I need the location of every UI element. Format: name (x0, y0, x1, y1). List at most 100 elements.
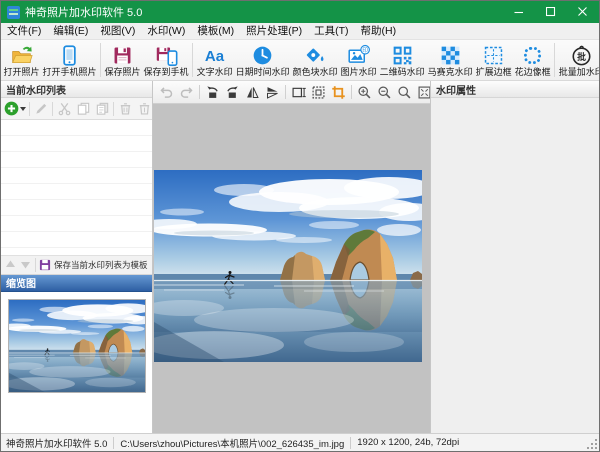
toolbar-text-watermark[interactable]: Aa 文字水印 (195, 40, 234, 80)
menu-item-template[interactable]: 模板(M) (191, 23, 240, 39)
app-icon (7, 6, 20, 19)
toolbar-lace-frame[interactable]: 花边像框 (513, 40, 552, 80)
toolbar-separator (285, 85, 286, 99)
toolbar-open-photo[interactable]: 打开照片 (2, 40, 41, 80)
paste-watermark-button[interactable] (93, 100, 111, 118)
window-title: 神奇照片加水印软件 5.0 (25, 4, 142, 20)
toolbar-separator (35, 258, 36, 272)
edit-watermark-button[interactable] (32, 100, 50, 118)
toolbar-qrcode-watermark[interactable]: 二维码水印 (378, 40, 426, 80)
photo-canvas[interactable] (153, 104, 430, 433)
rotate-left-button[interactable] (204, 84, 221, 101)
zoom-actual-size-icon (397, 85, 412, 100)
rotate-right-button[interactable] (224, 84, 241, 101)
toolbar-separator (554, 43, 555, 77)
zoom-out-button[interactable] (376, 84, 393, 101)
extend-border-icon (482, 44, 505, 67)
menu-item-view[interactable]: 视图(V) (94, 23, 141, 39)
copy-watermark-button[interactable] (74, 100, 92, 118)
statusbar: 神奇照片加水印软件 5.0 C:\Users\zhou\Pictures\本机照… (1, 433, 599, 451)
save-template-button[interactable]: 保存当前水印列表为模板 (39, 259, 148, 271)
watermark-list-header: 当前水印列表 (1, 81, 152, 98)
clear-watermarks-button[interactable] (135, 100, 153, 118)
toolbar-label: 花边像框 (515, 67, 551, 77)
statusbar-divider (113, 437, 114, 449)
statusbar-app-version: 神奇照片加水印软件 5.0 (6, 436, 107, 450)
crop-button[interactable] (330, 84, 347, 101)
toolbar-label: 打开照片 (4, 67, 40, 77)
resize-image-icon (291, 85, 306, 100)
toolbar-label: 马赛克水印 (428, 67, 473, 77)
menu-item-help[interactable]: 帮助(H) (355, 23, 403, 39)
toolbar-separator (29, 102, 30, 116)
toolbar-mosaic-watermark[interactable]: 马赛克水印 (426, 40, 474, 80)
trash-icon (118, 101, 133, 116)
maximize-button[interactable] (535, 1, 567, 23)
flip-horizontal-button[interactable] (244, 84, 261, 101)
menu-item-file[interactable]: 文件(F) (1, 23, 47, 39)
svg-text:印: 印 (362, 46, 368, 53)
image-watermark-icon: 印 (347, 44, 370, 67)
toolbar-image-watermark[interactable]: 印 图片水印 (339, 40, 378, 80)
flip-vertical-icon (265, 85, 280, 100)
rotate-left-icon (205, 85, 220, 100)
toolbar-label: 二维码水印 (380, 67, 425, 77)
thumbnail-header: 缩览图 (1, 275, 152, 292)
flip-horizontal-icon (245, 85, 260, 100)
arrow-down-icon (20, 259, 31, 270)
titlebar: 神奇照片加水印软件 5.0 (1, 1, 599, 23)
photo-thumbnail[interactable] (8, 299, 146, 393)
statusbar-file-path: C:\Users\zhou\Pictures\本机照片\002_626435_i… (120, 436, 344, 450)
toolbar-label: 保存照片 (105, 67, 141, 77)
menu-item-edit[interactable]: 编辑(E) (47, 23, 94, 39)
menubar: 文件(F) 编辑(E) 视图(V) 水印(W) 模板(M) 照片处理(P) 工具… (1, 23, 599, 39)
toolbar-color-block-watermark[interactable]: 颜色块水印 (291, 40, 339, 80)
scissors-icon (57, 101, 72, 116)
crop-icon (331, 85, 346, 100)
resize-image-button[interactable] (290, 84, 307, 101)
toolbar-datetime-watermark[interactable]: 日期时间水印 (234, 40, 291, 80)
photo-image[interactable] (154, 170, 422, 362)
color-block-paint-bucket-icon (304, 44, 327, 67)
resize-grip[interactable] (587, 439, 598, 450)
mosaic-watermark-icon (439, 44, 462, 67)
undo-button[interactable] (158, 84, 175, 101)
batch-watermark-icon: 批 (570, 44, 593, 67)
close-button[interactable] (567, 1, 599, 23)
zoom-out-icon (377, 85, 392, 100)
move-down-button[interactable] (19, 256, 32, 274)
watermark-list[interactable] (1, 120, 152, 256)
delete-watermark-button[interactable] (116, 100, 134, 118)
cut-watermark-button[interactable] (55, 100, 73, 118)
zoom-in-button[interactable] (356, 84, 373, 101)
svg-text:Aa: Aa (205, 47, 225, 64)
save-to-phone-icon (155, 44, 178, 67)
move-up-button[interactable] (4, 256, 17, 274)
toolbar-extend-border[interactable]: 扩展边框 (474, 40, 513, 80)
rotate-right-icon (225, 85, 240, 100)
add-watermark-button[interactable] (3, 100, 27, 118)
copy-icon (76, 101, 91, 116)
redo-button[interactable] (178, 84, 195, 101)
menu-item-photo-process[interactable]: 照片处理(P) (240, 23, 308, 39)
toolbar-batch-watermark[interactable]: 批 批量加水印 (557, 40, 599, 80)
canvas-size-button[interactable] (310, 84, 327, 101)
editor-toolbar (153, 81, 430, 104)
watermark-properties-body (431, 98, 599, 433)
maximize-icon (546, 7, 556, 17)
toolbar-save-photo[interactable]: 保存照片 (103, 40, 142, 80)
paste-icon (95, 101, 110, 116)
minimize-icon (514, 7, 524, 17)
menu-item-watermark[interactable]: 水印(W) (141, 23, 191, 39)
arrow-up-icon (5, 259, 16, 270)
menu-item-tools[interactable]: 工具(T) (308, 23, 354, 39)
zoom-actual-size-button[interactable] (396, 84, 413, 101)
toolbar-separator (100, 43, 101, 77)
toolbar-save-to-phone[interactable]: 保存到手机 (142, 40, 190, 80)
minimize-button[interactable] (503, 1, 535, 23)
flip-vertical-button[interactable] (264, 84, 281, 101)
toolbar-open-phone-photo[interactable]: 打开手机照片 (41, 40, 98, 80)
trash-icon (137, 101, 152, 116)
close-icon (578, 7, 588, 17)
save-template-label: 保存当前水印列表为模板 (54, 259, 148, 271)
